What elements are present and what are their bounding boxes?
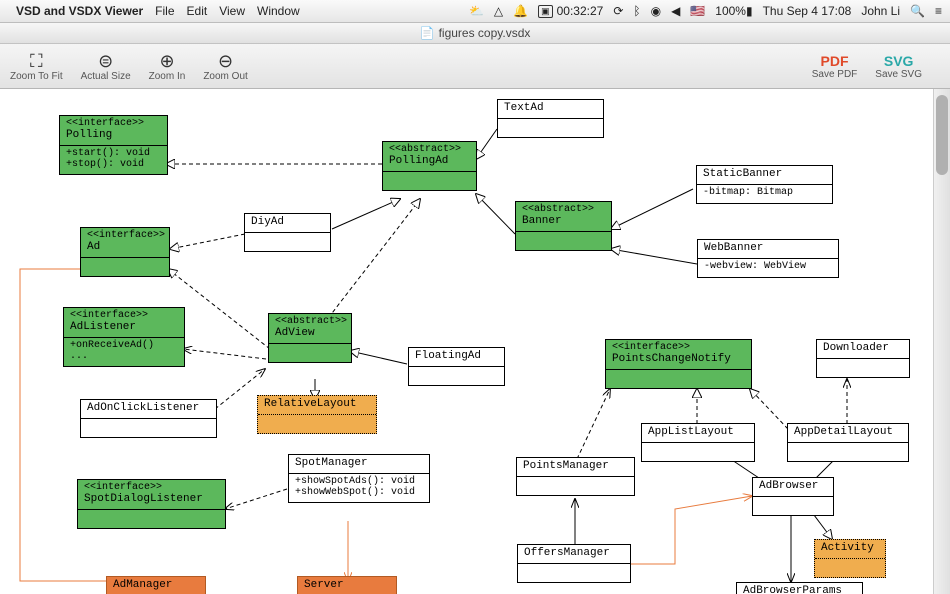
wifi-icon[interactable]: ◉ bbox=[651, 4, 661, 18]
date-time[interactable]: Thu Sep 4 17:08 bbox=[763, 4, 852, 18]
input-icon[interactable]: 🇺🇸 bbox=[690, 4, 705, 18]
node-downloader[interactable]: Downloader bbox=[816, 339, 910, 378]
node-server[interactable]: Server bbox=[297, 576, 397, 594]
window-titlebar: 📄 figures copy.vsdx bbox=[0, 23, 950, 44]
svg-icon: SVG bbox=[884, 53, 914, 69]
node-adlistener[interactable]: <<interface>>AdListener +onReceiveAd() .… bbox=[63, 307, 185, 367]
node-diyad[interactable]: DiyAd bbox=[244, 213, 331, 252]
node-adview[interactable]: <<abstract>>AdView bbox=[268, 313, 352, 363]
zoom-out-icon: ⊖ bbox=[218, 51, 233, 71]
node-webbanner[interactable]: WebBanner -webview: WebView bbox=[697, 239, 839, 278]
menu-window[interactable]: Window bbox=[257, 4, 300, 18]
node-pollingad[interactable]: <<abstract>>PollingAd bbox=[382, 141, 477, 191]
node-spotmanager[interactable]: SpotManager +showSpotAds(): void +showWe… bbox=[288, 454, 430, 503]
node-staticbanner[interactable]: StaticBanner -bitmap: Bitmap bbox=[696, 165, 833, 204]
node-applistlayout[interactable]: AppListLayout bbox=[641, 423, 755, 462]
notifications-icon[interactable]: ≡ bbox=[935, 4, 942, 18]
zoom-in-icon: ⊕ bbox=[159, 51, 174, 71]
node-adbrowserparams[interactable]: AdBrowserParams bbox=[736, 582, 863, 594]
node-relativelayout[interactable]: RelativeLayout bbox=[257, 395, 377, 434]
node-banner[interactable]: <<abstract>>Banner bbox=[515, 201, 612, 251]
node-polling[interactable]: <<interface>>Polling +start(): void +sto… bbox=[59, 115, 168, 175]
battery-status[interactable]: 100% ▮ bbox=[715, 4, 752, 18]
save-svg-button[interactable]: SVGSave SVG bbox=[875, 53, 922, 80]
menu-edit[interactable]: Edit bbox=[187, 4, 208, 18]
pdf-icon: PDF bbox=[821, 53, 849, 69]
zoom-to-fit-button[interactable]: ⛶Zoom To Fit bbox=[10, 51, 63, 82]
scrollbar-thumb[interactable] bbox=[936, 95, 948, 175]
diagram-canvas[interactable]: <<interface>>Polling +start(): void +sto… bbox=[0, 89, 950, 594]
sync-icon[interactable]: ⟳ bbox=[613, 4, 623, 18]
node-offersmanager[interactable]: OffersManager bbox=[517, 544, 631, 583]
node-activity[interactable]: Activity bbox=[814, 539, 886, 578]
node-ad[interactable]: <<interface>>Ad bbox=[80, 227, 170, 277]
save-pdf-button[interactable]: PDFSave PDF bbox=[812, 53, 858, 80]
bell-icon[interactable]: 🔔 bbox=[513, 4, 528, 18]
zoom-fit-icon: ⛶ bbox=[30, 51, 43, 71]
node-adbrowser[interactable]: AdBrowser bbox=[752, 477, 834, 516]
timer-readout: ▣00:32:27 bbox=[538, 4, 603, 18]
zoom-in-button[interactable]: ⊕Zoom In bbox=[149, 51, 186, 82]
menu-view[interactable]: View bbox=[219, 4, 245, 18]
actual-size-button[interactable]: ⊜Actual Size bbox=[81, 51, 131, 82]
node-adonclicklistener[interactable]: AdOnClickListener bbox=[80, 399, 217, 438]
node-pointschangenotify[interactable]: <<interface>>PointsChangeNotify bbox=[605, 339, 752, 389]
node-spotdialoglistener[interactable]: <<interface>>SpotDialogListener bbox=[77, 479, 226, 529]
document-icon: 📄 bbox=[420, 26, 435, 40]
gdrive-icon[interactable]: △ bbox=[494, 4, 503, 18]
app-name[interactable]: VSD and VSDX Viewer bbox=[16, 4, 143, 18]
window-title: figures copy.vsdx bbox=[439, 26, 531, 40]
volume-icon[interactable]: ◀ bbox=[671, 4, 680, 18]
node-appdetaillayout[interactable]: AppDetailLayout bbox=[787, 423, 909, 462]
node-pointsmanager[interactable]: PointsManager bbox=[516, 457, 635, 496]
node-textad[interactable]: TextAd bbox=[497, 99, 604, 138]
user-name[interactable]: John Li bbox=[861, 4, 900, 18]
zoom-out-button[interactable]: ⊖Zoom Out bbox=[203, 51, 247, 82]
mac-menubar: VSD and VSDX Viewer File Edit View Windo… bbox=[0, 0, 950, 23]
cloud-icon[interactable]: ⛅ bbox=[469, 4, 484, 18]
vertical-scrollbar[interactable] bbox=[933, 89, 950, 594]
node-floatingad[interactable]: FloatingAd bbox=[408, 347, 505, 386]
node-admanager[interactable]: AdManager bbox=[106, 576, 206, 594]
menu-file[interactable]: File bbox=[155, 4, 174, 18]
toolbar: ⛶Zoom To Fit ⊜Actual Size ⊕Zoom In ⊖Zoom… bbox=[0, 44, 950, 89]
actual-size-icon: ⊜ bbox=[98, 51, 113, 71]
spotlight-icon[interactable]: 🔍 bbox=[910, 4, 925, 18]
bluetooth-icon[interactable]: ᛒ bbox=[633, 4, 640, 18]
